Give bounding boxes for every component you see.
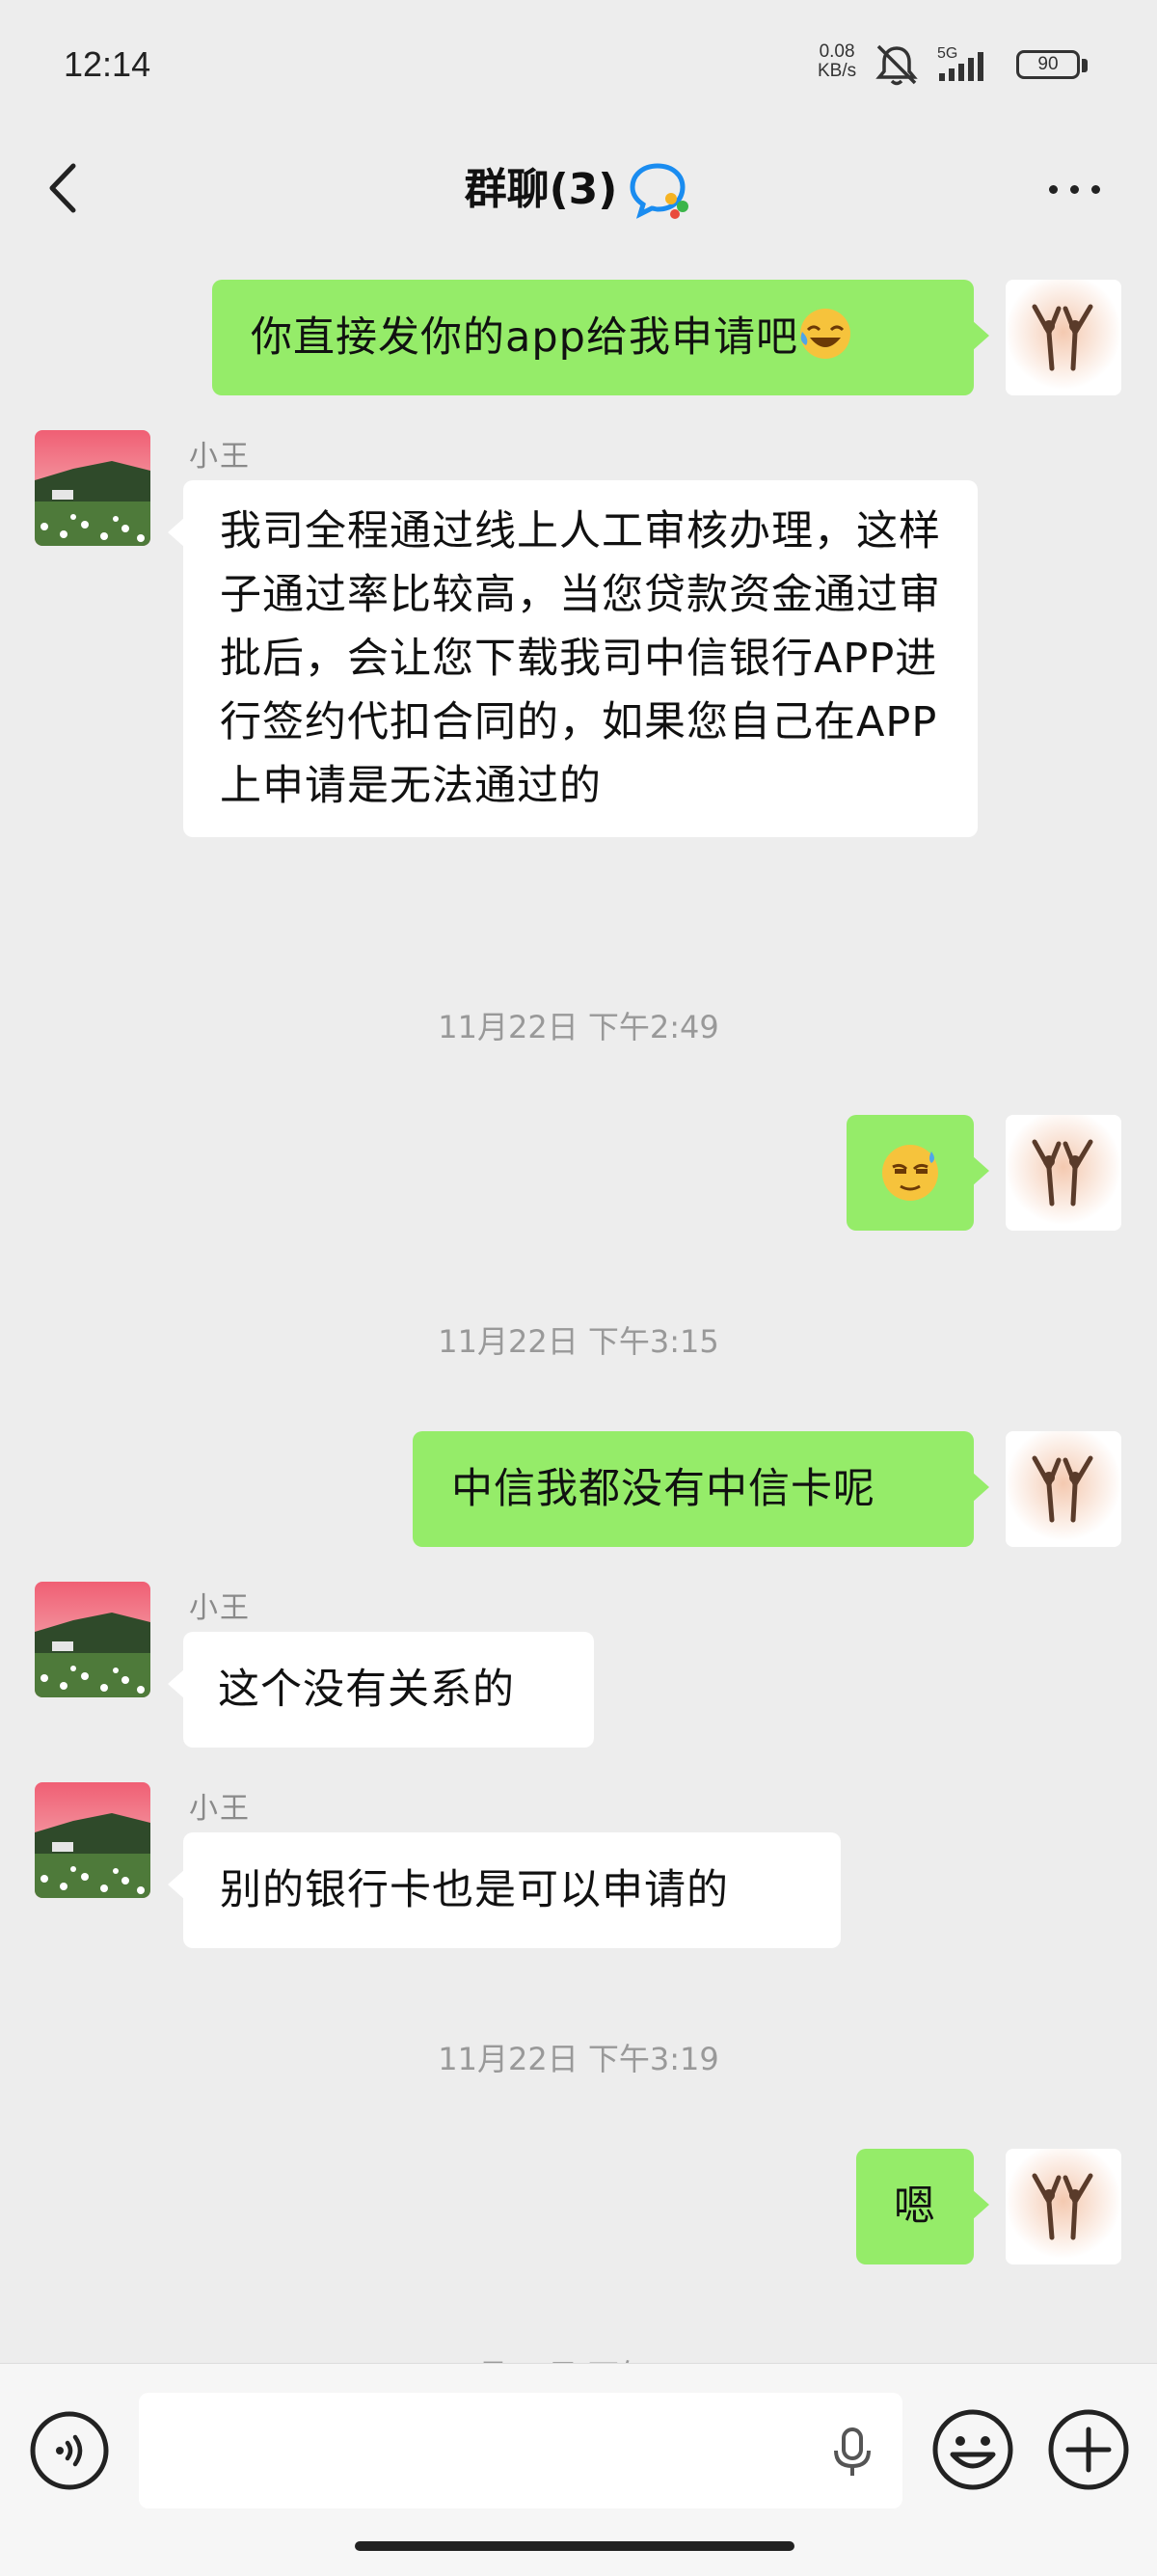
sender-avatar[interactable]: [35, 430, 150, 546]
battery-icon: 90: [1016, 50, 1090, 83]
signal-icon: 5G: [937, 45, 983, 81]
sender-name: 小王: [189, 440, 251, 474]
chat-title: 群聊(3): [464, 165, 618, 214]
chat-header: 群聊(3): [0, 125, 1157, 251]
home-indicator[interactable]: [355, 2541, 794, 2551]
message-bubble[interactable]: 中信我都没有中信卡呢: [413, 1431, 989, 1547]
timestamp: 11月22日 下午3:15: [438, 1323, 719, 1360]
timestamp: 11月22日 下午3:40: [0, 2351, 1157, 2363]
message-bubble[interactable]: 嗯: [856, 2149, 989, 2264]
sender-avatar[interactable]: [35, 1582, 150, 1697]
network-speed-value: 0.08: [819, 41, 855, 62]
timestamp: 11月22日 下午3:19: [438, 2041, 719, 2077]
message-bubble[interactable]: 你直接发你的app给我申请吧: [212, 280, 989, 395]
laugh-cry-emoji: [799, 309, 850, 359]
network-type: 5G: [937, 45, 957, 62]
my-avatar[interactable]: [1006, 1431, 1121, 1547]
battery-level: 90: [1037, 54, 1059, 74]
sweat-smile-emoji: [882, 1145, 938, 1201]
network-speed-unit: KB/s: [818, 61, 857, 81]
message-text: 你直接发你的app给我申请吧: [251, 313, 798, 362]
sender-avatar[interactable]: [35, 1782, 150, 1898]
page-title: 群聊(3): [0, 154, 1157, 222]
my-avatar[interactable]: [1006, 280, 1121, 395]
timestamp: 11月22日 下午2:49: [438, 1009, 719, 1045]
more-icon[interactable]: [1041, 164, 1109, 212]
status-time: 12:14: [64, 44, 151, 84]
network-speed: 0.08 KB/s: [818, 42, 856, 81]
sender-name: 小王: [189, 1591, 251, 1625]
sender-name: 小王: [189, 1792, 251, 1826]
voice-icon[interactable]: [29, 2410, 110, 2491]
message-text: 中信我都没有中信卡呢: [451, 1465, 875, 1513]
message-bubble[interactable]: 我司全程通过线上人工审核办理，这样子通过率比较高，当您贷款资金通过审批后，会让您…: [168, 480, 978, 837]
my-avatar[interactable]: [1006, 1115, 1121, 1231]
message-text: 我司全程通过线上人工审核办理，这样子通过率比较高，当您贷款资金通过审批后，会让您…: [220, 507, 941, 810]
my-avatar[interactable]: [1006, 2149, 1121, 2264]
message-bubble[interactable]: 这个没有关系的: [168, 1632, 594, 1748]
message-input[interactable]: [139, 2393, 902, 2508]
message-bubble[interactable]: [847, 1115, 989, 1231]
message-bubble[interactable]: 别的银行卡也是可以申请的: [168, 1832, 841, 1948]
emoji-icon[interactable]: [931, 2408, 1014, 2491]
message-text: 别的银行卡也是可以申请的: [220, 1866, 729, 1914]
plus-icon[interactable]: [1047, 2408, 1130, 2491]
group-chat-icon: [630, 163, 689, 219]
status-bar: 12:14 0.08 KB/s 5G 90: [0, 0, 1157, 125]
mute-icon: [875, 44, 918, 86]
message-text: 这个没有关系的: [218, 1666, 515, 1714]
message-text: 嗯: [894, 2183, 936, 2231]
mic-icon[interactable]: [825, 2426, 879, 2480]
message-list[interactable]: 你直接发你的app给我申请吧 小王 我司全程通过线上人工审核办理，这样子通过率比…: [0, 251, 1157, 2363]
